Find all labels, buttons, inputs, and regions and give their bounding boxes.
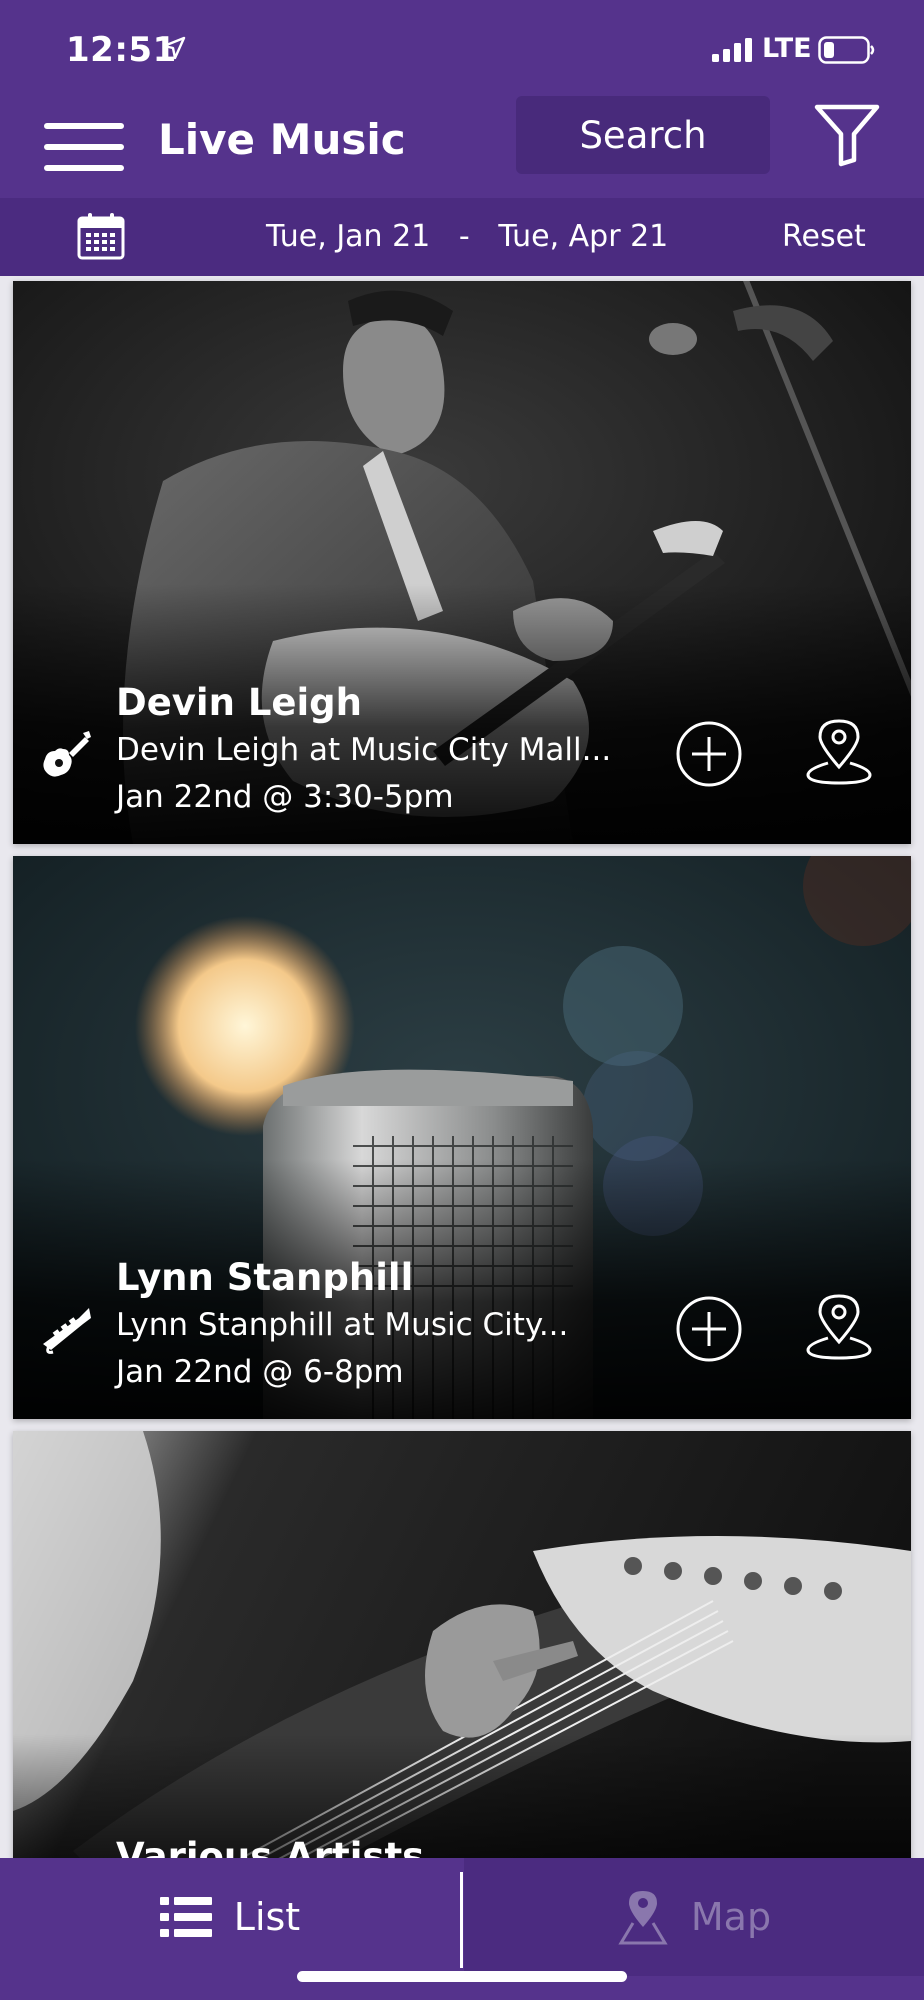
event-title: Devin Leigh: [116, 681, 363, 724]
filter-icon[interactable]: [814, 102, 880, 168]
guitar-icon: [43, 731, 91, 777]
reset-button[interactable]: Reset: [782, 198, 866, 276]
tab-map[interactable]: Map: [464, 1858, 924, 1976]
list-icon: [159, 1897, 212, 1937]
page-title: Live Music: [158, 115, 406, 164]
event-title: Lynn Stanphill: [116, 1256, 414, 1299]
app-header: Live Music Search: [0, 96, 924, 198]
tab-divider: [460, 1872, 463, 1968]
search-button[interactable]: Search: [516, 96, 770, 174]
event-card[interactable]: Lynn Stanphill Lynn Stanphill at Music C…: [13, 856, 911, 1419]
add-circle-icon[interactable]: [674, 1294, 744, 1364]
calendar-icon[interactable]: [77, 212, 125, 260]
event-date: Jan 22nd @ 6-8pm: [116, 1354, 404, 1390]
location-arrow-icon: [162, 36, 186, 60]
date-separator: -: [458, 219, 470, 254]
end-date: Tue, Apr 21: [498, 219, 669, 254]
event-subtitle: Lynn Stanphill at Music City...: [116, 1307, 569, 1343]
network-type: LTE: [762, 33, 812, 64]
event-card[interactable]: Various Artists: [13, 1431, 911, 1858]
status-bar: 12:51 LTE: [0, 0, 924, 96]
cellular-signal-icon: [712, 38, 752, 62]
home-indicator: [297, 1971, 627, 1982]
event-list[interactable]: Devin Leigh Devin Leigh at Music City Ma…: [0, 276, 924, 1858]
event-date: Jan 22nd @ 3:30-5pm: [116, 779, 454, 815]
tab-map-label: Map: [690, 1895, 772, 1939]
tab-list-label: List: [233, 1895, 301, 1939]
event-card[interactable]: Devin Leigh Devin Leigh at Music City Ma…: [13, 281, 911, 844]
tab-list[interactable]: List: [0, 1858, 460, 1976]
trumpet-icon: [43, 1308, 91, 1354]
status-time: 12:51: [66, 30, 177, 70]
date-range[interactable]: Tue, Jan 21 - Tue, Apr 21: [266, 198, 668, 276]
hamburger-menu-icon[interactable]: [44, 109, 124, 185]
date-filter-bar: Tue, Jan 21 - Tue, Apr 21 Reset: [0, 198, 924, 276]
location-pin-icon[interactable]: [804, 1292, 874, 1364]
add-circle-icon[interactable]: [674, 719, 744, 789]
location-pin-icon[interactable]: [804, 717, 874, 789]
event-subtitle: Devin Leigh at Music City Mall...: [116, 732, 612, 768]
event-title: Various Artists: [116, 1835, 425, 1858]
start-date: Tue, Jan 21: [266, 219, 431, 254]
battery-icon: [818, 36, 875, 64]
map-pin-icon: [618, 1891, 668, 1945]
